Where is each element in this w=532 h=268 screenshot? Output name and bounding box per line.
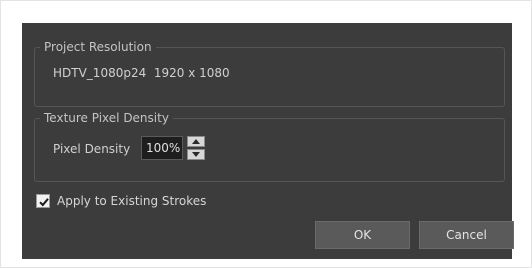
pixel-density-label: Pixel Density	[53, 142, 131, 156]
pixel-density-dialog: Project Resolution HDTV_1080p24 1920 x 1…	[22, 23, 514, 259]
arrow-up-icon	[192, 139, 200, 144]
pixel-density-field[interactable]: 100%	[141, 136, 183, 160]
apply-existing-strokes-label: Apply to Existing Strokes	[57, 194, 207, 208]
arrow-down-icon	[192, 152, 200, 157]
project-resolution-title: Project Resolution	[40, 40, 156, 54]
checkmark-icon	[39, 198, 49, 207]
project-resolution-group: Project Resolution HDTV_1080p24 1920 x 1…	[34, 40, 505, 107]
spin-up-button[interactable]	[187, 136, 205, 147]
pixel-density-spinner	[187, 136, 205, 160]
project-resolution-value: HDTV_1080p24 1920 x 1080	[53, 66, 230, 80]
apply-existing-strokes-checkbox[interactable]	[36, 194, 50, 208]
spin-down-button[interactable]	[187, 149, 205, 160]
ok-button[interactable]: OK	[315, 221, 410, 249]
screenshot-frame: Project Resolution HDTV_1080p24 1920 x 1…	[0, 0, 532, 268]
texture-pixel-density-title: Texture Pixel Density	[40, 111, 173, 125]
cancel-button[interactable]: Cancel	[419, 221, 514, 249]
texture-pixel-density-group: Texture Pixel Density Pixel Density 100%	[34, 111, 505, 182]
